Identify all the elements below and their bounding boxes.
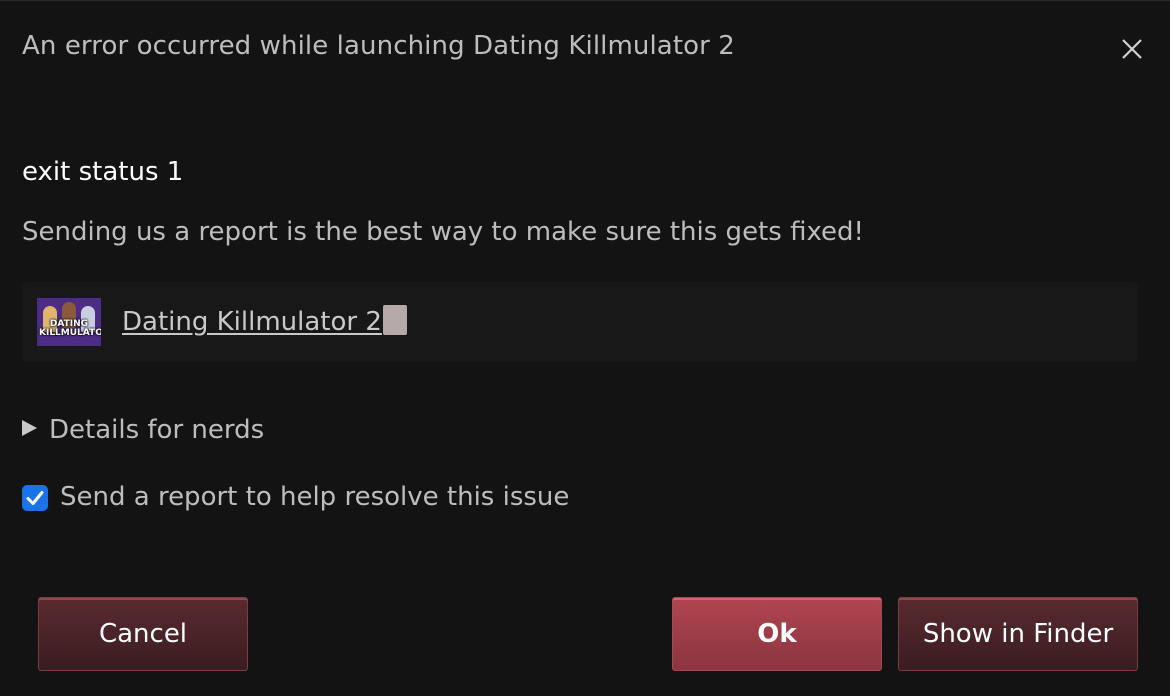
game-link[interactable]: Dating Killmulator 2 (122, 305, 407, 337)
checkmark-icon (26, 491, 44, 505)
error-status: exit status 1 (22, 157, 184, 187)
close-icon[interactable] (1116, 33, 1148, 65)
cancel-button[interactable]: Cancel (38, 597, 248, 671)
error-dialog: An error occurred while launching Dating… (0, 0, 1170, 696)
disclosure-triangle-icon (22, 420, 37, 436)
dialog-title: An error occurred while launching Dating… (22, 31, 735, 61)
send-report-checkbox[interactable] (22, 485, 48, 511)
thumbnail-caption: DATING KILLMULATOR (39, 319, 101, 338)
send-report-label: Send a report to help resolve this issue (60, 482, 570, 512)
text-cursor-block (382, 305, 407, 335)
ok-button[interactable]: Ok (672, 597, 882, 671)
show-in-finder-button[interactable]: Show in Finder (898, 597, 1138, 671)
game-cover-thumbnail: DATING KILLMULATOR (37, 298, 101, 346)
details-label: Details for nerds (49, 415, 265, 445)
report-prompt: Sending us a report is the best way to m… (22, 217, 864, 247)
game-card: DATING KILLMULATOR Dating Killmulator 2 (22, 282, 1138, 362)
details-toggle[interactable]: Details for nerds (22, 415, 264, 445)
game-name: Dating Killmulator 2 (122, 307, 382, 337)
